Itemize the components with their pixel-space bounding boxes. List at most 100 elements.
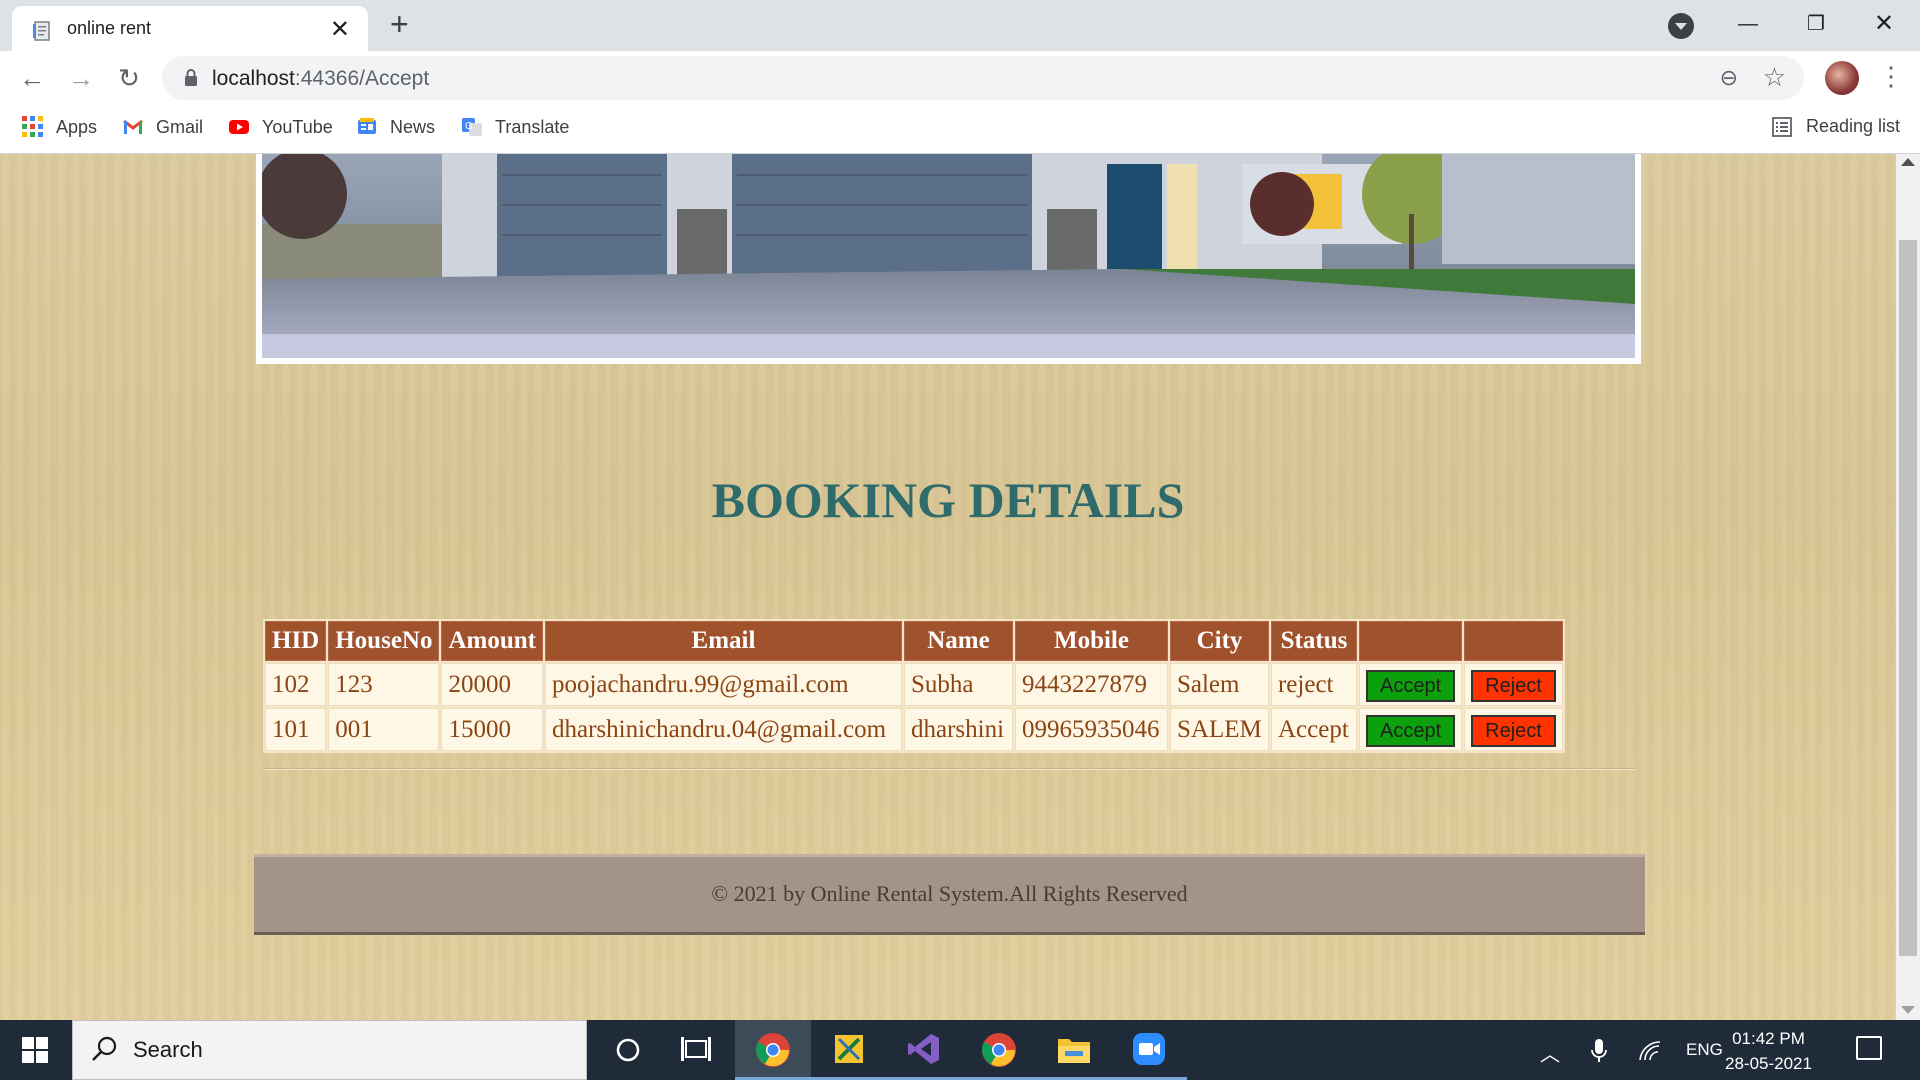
cell-accept: Accept bbox=[1358, 663, 1463, 706]
cell-name: Subha bbox=[903, 663, 1013, 706]
cell-houseno: 123 bbox=[328, 663, 440, 706]
show-hidden-icons[interactable]: ︿ bbox=[1540, 1038, 1560, 1067]
svg-text:G: G bbox=[465, 121, 473, 132]
visual-studio-icon[interactable] bbox=[886, 1020, 962, 1080]
house-banner-image bbox=[262, 154, 1635, 358]
zoom-icon[interactable]: ⊖ bbox=[1720, 65, 1738, 91]
close-tab-icon[interactable]: ✕ bbox=[330, 15, 350, 44]
column-header-amount: Amount bbox=[441, 621, 543, 661]
cell-reject: Reject bbox=[1464, 663, 1564, 706]
apps-grid-icon bbox=[22, 116, 44, 138]
column-header-reject bbox=[1464, 621, 1564, 661]
cell-status: Accept bbox=[1270, 708, 1357, 751]
booking-table: HID HouseNo Amount Email Name Mobile Cit… bbox=[263, 619, 1566, 753]
profile-avatar[interactable] bbox=[1825, 61, 1859, 95]
cell-mobile: 9443227879 bbox=[1014, 663, 1168, 706]
bookmarks-bar: Apps Gmail YouTube News G Translate Read… bbox=[0, 104, 1920, 154]
window-close-icon[interactable]: ✕ bbox=[1859, 8, 1909, 40]
page-icon bbox=[33, 21, 50, 41]
cell-houseno: 001 bbox=[328, 708, 440, 751]
column-header-hid: HID bbox=[265, 621, 327, 661]
search-placeholder: Search bbox=[133, 1037, 203, 1062]
tab-search-icon[interactable] bbox=[1668, 13, 1694, 39]
column-header-accept bbox=[1358, 621, 1463, 661]
cortana-icon[interactable] bbox=[590, 1020, 666, 1080]
table-row: 101 001 15000 dharshinichandru.04@gmail.… bbox=[265, 708, 1564, 751]
cell-name: dharshini bbox=[903, 708, 1013, 751]
minimize-icon[interactable]: — bbox=[1723, 8, 1773, 40]
browser-tab[interactable]: online rent ✕ bbox=[12, 6, 368, 51]
system-clock[interactable]: 01:42 PM 28-05-2021 bbox=[1725, 1026, 1812, 1076]
cell-status: reject bbox=[1270, 663, 1357, 706]
cell-hid: 102 bbox=[265, 663, 327, 706]
back-icon[interactable]: ← bbox=[15, 61, 49, 95]
cell-email: dharshinichandru.04@gmail.com bbox=[544, 708, 902, 751]
bookmark-label: Translate bbox=[495, 116, 570, 137]
bookmark-gmail[interactable]: Gmail bbox=[122, 116, 203, 138]
accept-button[interactable]: Accept bbox=[1365, 714, 1456, 747]
accept-button[interactable]: Accept bbox=[1365, 669, 1456, 702]
page-viewport: BOOKING DETAILS HID HouseNo Amount Email… bbox=[0, 154, 1896, 1020]
hero-banner bbox=[256, 154, 1641, 364]
cell-email: poojachandru.99@gmail.com bbox=[544, 663, 902, 706]
bookmark-label: Apps bbox=[56, 116, 98, 137]
address-bar[interactable]: localhost:44366/Accept ⊖ ☆ bbox=[162, 56, 1804, 100]
cell-reject: Reject bbox=[1464, 708, 1564, 751]
windows-start-button[interactable] bbox=[0, 1020, 72, 1080]
scroll-down-arrow-icon[interactable] bbox=[1901, 1006, 1915, 1014]
clock-date: 28-05-2021 bbox=[1725, 1054, 1812, 1073]
url-text: localhost:44366/Accept bbox=[212, 67, 430, 90]
bookmark-star-icon[interactable]: ☆ bbox=[1763, 62, 1786, 93]
news-icon bbox=[358, 118, 376, 134]
column-header-status: Status bbox=[1270, 621, 1357, 661]
bookmark-apps[interactable]: Apps bbox=[22, 116, 97, 138]
chrome-alt-taskbar-icon[interactable] bbox=[961, 1020, 1037, 1080]
lock-icon bbox=[185, 69, 197, 86]
browser-toolbar: ← → ↻ localhost:44366/Accept ⊖ ☆ ⋮ bbox=[0, 51, 1920, 104]
cell-city: Salem bbox=[1169, 663, 1269, 706]
restore-icon[interactable]: ❐ bbox=[1791, 8, 1841, 40]
page-title: BOOKING DETAILS bbox=[711, 472, 1185, 528]
cell-city: SALEM bbox=[1169, 708, 1269, 751]
notification-center-icon[interactable] bbox=[1856, 1036, 1882, 1060]
column-header-mobile: Mobile bbox=[1014, 621, 1168, 661]
taskbar-search[interactable]: Search bbox=[72, 1020, 587, 1080]
forward-icon[interactable]: → bbox=[64, 61, 98, 95]
microphone-icon[interactable] bbox=[1590, 1038, 1608, 1064]
reading-list-icon bbox=[1772, 116, 1792, 137]
more-menu-icon[interactable]: ⋮ bbox=[1878, 59, 1904, 93]
scrollbar-thumb[interactable] bbox=[1899, 240, 1917, 956]
language-indicator[interactable]: ENG bbox=[1686, 1040, 1723, 1060]
wifi-icon[interactable] bbox=[1638, 1040, 1662, 1062]
browser-tabstrip: online rent ✕ + — ❐ ✕ bbox=[0, 0, 1920, 51]
scroll-up-arrow-icon[interactable] bbox=[1901, 158, 1915, 166]
page-footer: © 2021 by Online Rental System.All Right… bbox=[254, 854, 1645, 935]
windows-logo-icon bbox=[22, 1037, 48, 1063]
bookmark-news[interactable]: News bbox=[356, 116, 435, 138]
chrome-taskbar-icon[interactable] bbox=[735, 1020, 811, 1080]
bookmark-label: YouTube bbox=[262, 116, 333, 137]
bookmark-translate[interactable]: G Translate bbox=[461, 116, 569, 138]
reading-list-button[interactable]: Reading list bbox=[1772, 116, 1900, 137]
file-explorer-icon[interactable] bbox=[1036, 1020, 1112, 1080]
reject-button[interactable]: Reject bbox=[1471, 669, 1556, 702]
task-view-icon[interactable] bbox=[658, 1020, 734, 1080]
cell-accept: Accept bbox=[1358, 708, 1463, 751]
windows-taskbar: Search ︿ ENG 01:42 PM 28-05-2021 bbox=[0, 1020, 1920, 1080]
zoom-meetings-icon[interactable] bbox=[1111, 1020, 1187, 1080]
column-header-city: City bbox=[1169, 621, 1269, 661]
footer-copyright: © 2021 by Online Rental System.All Right… bbox=[711, 881, 1188, 906]
cell-amount: 20000 bbox=[441, 663, 543, 706]
search-icon bbox=[92, 1036, 117, 1061]
new-tab-icon[interactable]: + bbox=[390, 8, 409, 40]
table-header-row: HID HouseNo Amount Email Name Mobile Cit… bbox=[265, 621, 1564, 661]
snipping-tool-icon[interactable] bbox=[811, 1020, 887, 1080]
bookmark-label: Gmail bbox=[156, 116, 204, 137]
cell-hid: 101 bbox=[265, 708, 327, 751]
reload-icon[interactable]: ↻ bbox=[112, 61, 146, 95]
bookmark-youtube[interactable]: YouTube bbox=[228, 116, 333, 138]
column-header-houseno: HouseNo bbox=[328, 621, 440, 661]
reading-list-label: Reading list bbox=[1806, 116, 1901, 136]
reject-button[interactable]: Reject bbox=[1471, 714, 1556, 747]
clock-time: 01:42 PM bbox=[1732, 1029, 1805, 1048]
